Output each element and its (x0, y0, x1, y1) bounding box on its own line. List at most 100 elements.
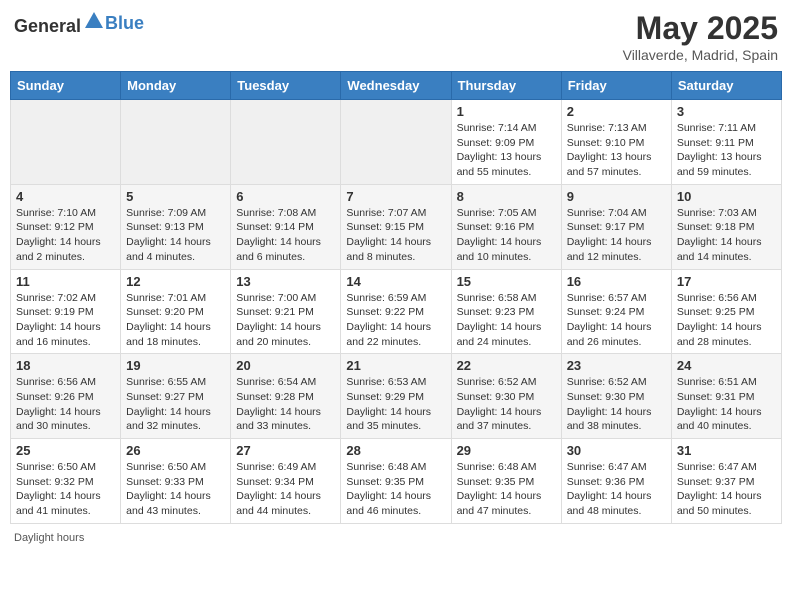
day-number: 3 (677, 104, 776, 119)
calendar-day-cell: 19 Sunrise: 6:55 AMSunset: 9:27 PMDayligh… (121, 354, 231, 439)
day-info: Sunrise: 6:49 AMSunset: 9:34 PMDaylight:… (236, 460, 335, 519)
footer-text: Daylight hours (14, 532, 84, 544)
calendar-day-cell: 13Sunrise: 7:00 AMSunset: 9:21 PMDayligh… (231, 269, 341, 354)
day-info: Sunrise: 6:54 AMSunset: 9:28 PMDaylight:… (236, 375, 335, 434)
day-info: Sunrise: 6:56 AMSunset: 9:26 PMDaylight:… (16, 375, 115, 434)
day-info: Sunrise: 6:48 AMSunset: 9:35 PMDaylight:… (346, 460, 445, 519)
day-number: 19 (126, 358, 225, 373)
calendar-day-cell: 10Sunrise: 7:03 AMSunset: 9:18 PMDayligh… (671, 184, 781, 269)
calendar-table: SundayMondayTuesdayWednesdayThursdayFrid… (10, 71, 782, 524)
calendar-day-cell: 12 Sunrise: 7:01 AMSunset: 9:20 PMDayligh… (121, 269, 231, 354)
day-info: Sunrise: 7:04 AMSunset: 9:17 PMDaylight:… (567, 206, 666, 265)
day-number: 1 (457, 104, 556, 119)
day-number: 13 (236, 274, 335, 289)
day-info: Sunrise: 7:08 AMSunset: 9:14 PMDaylight:… (236, 206, 335, 265)
day-number: 6 (236, 189, 335, 204)
calendar-day-cell: 11 Sunrise: 7:02 AMSunset: 9:19 PMDayligh… (11, 269, 121, 354)
day-number: 28 (346, 443, 445, 458)
day-info: Sunrise: 6:59 AMSunset: 9:22 PMDaylight:… (346, 291, 445, 350)
day-number: 8 (457, 189, 556, 204)
calendar-week-row: 11 Sunrise: 7:02 AMSunset: 9:19 PMDayligh… (11, 269, 782, 354)
day-info: Sunrise: 7:02 AMSunset: 9:19 PMDaylight:… (16, 291, 115, 350)
logo-text-general: General (14, 16, 81, 36)
day-number: 10 (677, 189, 776, 204)
calendar-day-cell: 7Sunrise: 7:07 AMSunset: 9:15 PMDaylight… (341, 184, 451, 269)
day-number: 17 (677, 274, 776, 289)
day-number: 29 (457, 443, 556, 458)
calendar-day-cell: 14 Sunrise: 6:59 AMSunset: 9:22 PMDayligh… (341, 269, 451, 354)
day-number: 23 (567, 358, 666, 373)
calendar-day-cell: 8 Sunrise: 7:05 AMSunset: 9:16 PMDaylight… (451, 184, 561, 269)
day-info: Sunrise: 7:01 AMSunset: 9:20 PMDaylight:… (126, 291, 225, 350)
calendar-day-cell (231, 100, 341, 185)
calendar-day-cell: 20 Sunrise: 6:54 AMSunset: 9:28 PMDayligh… (231, 354, 341, 439)
day-number: 11 (16, 274, 115, 289)
day-info: Sunrise: 6:50 AMSunset: 9:32 PMDaylight:… (16, 460, 115, 519)
day-number: 31 (677, 443, 776, 458)
calendar-day-header: Monday (121, 72, 231, 100)
calendar-day-cell: 4Sunrise: 7:10 AMSunset: 9:12 PMDaylight… (11, 184, 121, 269)
calendar-day-cell: 15 Sunrise: 6:58 AMSunset: 9:23 PMDayligh… (451, 269, 561, 354)
title-block: May 2025 Villaverde, Madrid, Spain (623, 10, 778, 63)
day-number: 18 (16, 358, 115, 373)
logo-icon (83, 10, 105, 32)
day-number: 27 (236, 443, 335, 458)
calendar-day-cell (11, 100, 121, 185)
page-header: General Blue May 2025 Villaverde, Madrid… (10, 10, 782, 63)
calendar-week-row: 25 Sunrise: 6:50 AMSunset: 9:32 PMDayligh… (11, 439, 782, 524)
title-month: May 2025 (623, 10, 778, 47)
calendar-day-cell: 9 Sunrise: 7:04 AMSunset: 9:17 PMDaylight… (561, 184, 671, 269)
day-number: 2 (567, 104, 666, 119)
logo: General Blue (14, 10, 144, 37)
day-info: Sunrise: 6:53 AMSunset: 9:29 PMDaylight:… (346, 375, 445, 434)
calendar-day-cell: 1 Sunrise: 7:14 AMSunset: 9:09 PMDaylight… (451, 100, 561, 185)
day-info: Sunrise: 6:47 AMSunset: 9:36 PMDaylight:… (567, 460, 666, 519)
calendar-day-cell: 31Sunrise: 6:47 AMSunset: 9:37 PMDayligh… (671, 439, 781, 524)
calendar-day-cell: 6 Sunrise: 7:08 AMSunset: 9:14 PMDaylight… (231, 184, 341, 269)
day-number: 22 (457, 358, 556, 373)
day-number: 26 (126, 443, 225, 458)
day-number: 14 (346, 274, 445, 289)
day-number: 9 (567, 189, 666, 204)
day-number: 15 (457, 274, 556, 289)
day-info: Sunrise: 6:52 AMSunset: 9:30 PMDaylight:… (567, 375, 666, 434)
calendar-day-cell: 29 Sunrise: 6:48 AMSunset: 9:35 PMDayligh… (451, 439, 561, 524)
day-info: Sunrise: 7:13 AMSunset: 9:10 PMDaylight:… (567, 121, 666, 180)
calendar-day-header: Thursday (451, 72, 561, 100)
day-number: 12 (126, 274, 225, 289)
calendar-day-cell: 2 Sunrise: 7:13 AMSunset: 9:10 PMDaylight… (561, 100, 671, 185)
day-info: Sunrise: 7:14 AMSunset: 9:09 PMDaylight:… (457, 121, 556, 180)
day-info: Sunrise: 6:52 AMSunset: 9:30 PMDaylight:… (457, 375, 556, 434)
calendar-day-cell: 23 Sunrise: 6:52 AMSunset: 9:30 PMDayligh… (561, 354, 671, 439)
calendar-day-cell (121, 100, 231, 185)
calendar-day-header: Tuesday (231, 72, 341, 100)
day-info: Sunrise: 6:56 AMSunset: 9:25 PMDaylight:… (677, 291, 776, 350)
day-info: Sunrise: 6:50 AMSunset: 9:33 PMDaylight:… (126, 460, 225, 519)
day-number: 16 (567, 274, 666, 289)
calendar-day-header: Sunday (11, 72, 121, 100)
day-number: 20 (236, 358, 335, 373)
day-number: 5 (126, 189, 225, 204)
day-number: 21 (346, 358, 445, 373)
calendar-day-cell: 24Sunrise: 6:51 AMSunset: 9:31 PMDayligh… (671, 354, 781, 439)
calendar-day-cell (341, 100, 451, 185)
day-info: Sunrise: 6:58 AMSunset: 9:23 PMDaylight:… (457, 291, 556, 350)
calendar-day-cell: 28 Sunrise: 6:48 AMSunset: 9:35 PMDayligh… (341, 439, 451, 524)
calendar-day-cell: 18 Sunrise: 6:56 AMSunset: 9:26 PMDayligh… (11, 354, 121, 439)
calendar-week-row: 4Sunrise: 7:10 AMSunset: 9:12 PMDaylight… (11, 184, 782, 269)
day-info: Sunrise: 7:10 AMSunset: 9:12 PMDaylight:… (16, 206, 115, 265)
day-info: Sunrise: 6:57 AMSunset: 9:24 PMDaylight:… (567, 291, 666, 350)
calendar-day-cell: 22 Sunrise: 6:52 AMSunset: 9:30 PMDayligh… (451, 354, 561, 439)
calendar-week-row: 1 Sunrise: 7:14 AMSunset: 9:09 PMDaylight… (11, 100, 782, 185)
day-info: Sunrise: 6:55 AMSunset: 9:27 PMDaylight:… (126, 375, 225, 434)
calendar-day-header: Friday (561, 72, 671, 100)
day-info: Sunrise: 6:48 AMSunset: 9:35 PMDaylight:… (457, 460, 556, 519)
calendar-day-cell: 21 Sunrise: 6:53 AMSunset: 9:29 PMDayligh… (341, 354, 451, 439)
day-number: 25 (16, 443, 115, 458)
calendar-day-cell: 25 Sunrise: 6:50 AMSunset: 9:32 PMDayligh… (11, 439, 121, 524)
title-location: Villaverde, Madrid, Spain (623, 47, 778, 63)
calendar-day-cell: 16 Sunrise: 6:57 AMSunset: 9:24 PMDayligh… (561, 269, 671, 354)
day-info: Sunrise: 7:05 AMSunset: 9:16 PMDaylight:… (457, 206, 556, 265)
footer: Daylight hours (10, 532, 782, 544)
calendar-day-cell: 30Sunrise: 6:47 AMSunset: 9:36 PMDayligh… (561, 439, 671, 524)
